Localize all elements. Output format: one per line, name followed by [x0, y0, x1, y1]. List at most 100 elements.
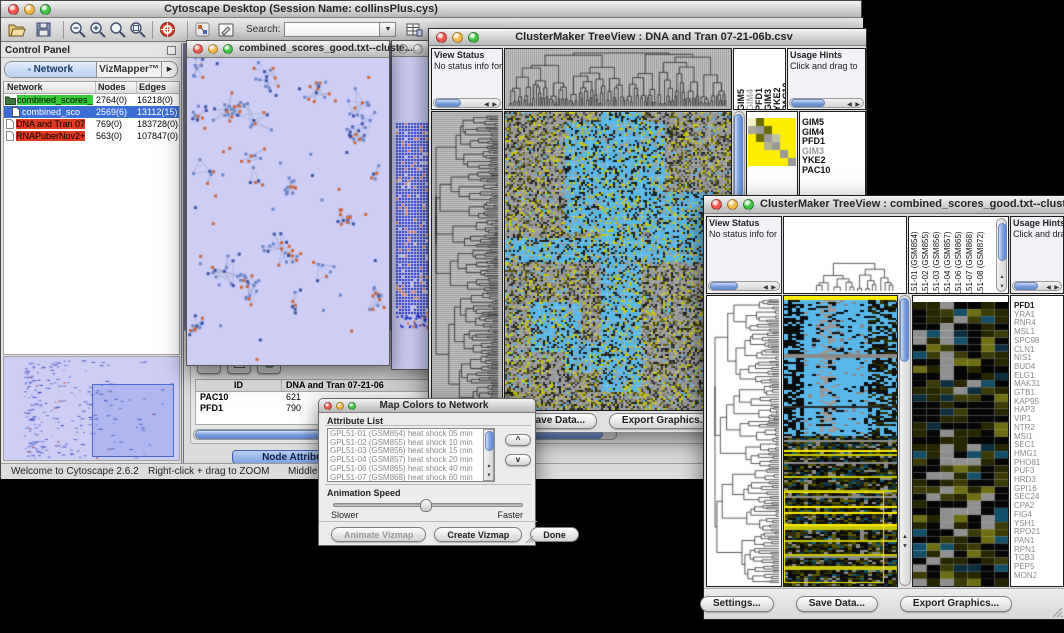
minimize-button[interactable] [24, 4, 35, 15]
network-row-combined-scores[interactable]: combined_scores_ 2764(0) 16218(0) [4, 94, 179, 106]
zoom-button[interactable] [468, 32, 479, 43]
zoom-selected-icon[interactable] [128, 20, 148, 40]
minimize-button[interactable] [336, 402, 344, 410]
export-graphics-button[interactable]: Export Graphics... [900, 596, 1012, 612]
column-label[interactable]: GPL51-04 (GSM857) [943, 217, 954, 294]
search-dropdown-arrow[interactable]: ▼ [380, 22, 396, 37]
zoom-button[interactable] [743, 199, 754, 210]
column-label[interactable]: PAC10 [781, 49, 786, 110]
attribute-item[interactable]: GPL51-07 (GSM868) heat shock 60 min [330, 474, 492, 482]
tv2-usage-hscrollbar[interactable]: ◀ ▶ [1012, 281, 1062, 291]
tv1-usage-hscrollbar[interactable]: ◀ ▶ [789, 98, 864, 108]
close-button[interactable] [8, 4, 19, 15]
tv2-vscrollbar[interactable]: ▲ ▼ [899, 295, 911, 586]
tv2-column-labels[interactable]: GPL51-01 (GSM854)GPL51-02 (GSM855)GPL51-… [908, 216, 1009, 294]
tv1-status-hscrollbar[interactable]: ◀ ▶ [433, 98, 501, 108]
usage-hints-label: Usage Hints [1011, 217, 1063, 229]
column-label[interactable]: GPL51-02 (GSM855) [921, 217, 932, 294]
control-panel-title: Control Panel [5, 45, 70, 56]
minimize-button[interactable] [727, 199, 738, 210]
tv2-array-dendrogram[interactable] [783, 216, 907, 294]
tv2-global-heatmap[interactable] [783, 295, 898, 587]
overview-selection-rect[interactable] [92, 384, 174, 457]
zoom-button[interactable] [40, 4, 51, 15]
toolbar-separator [152, 21, 153, 39]
col-edges[interactable]: Edges [137, 82, 179, 93]
column-label[interactable]: GIM3 [763, 49, 772, 110]
column-label[interactable]: GPL51-01 (GSM854) [910, 217, 921, 294]
column-label[interactable]: GIM5 [736, 49, 745, 110]
close-button[interactable] [436, 32, 447, 43]
float-panel-icon[interactable] [167, 46, 176, 55]
save-data-button[interactable]: Save Data... [796, 596, 878, 612]
vizmap-nodes-icon[interactable] [192, 20, 212, 40]
close-button[interactable] [711, 199, 722, 210]
column-label[interactable]: PFD1 [754, 49, 763, 110]
col-network[interactable]: Network [4, 82, 96, 93]
column-label[interactable]: GPL51-07 (GSM868) [965, 217, 976, 294]
slower-label: Slower [331, 510, 359, 520]
move-up-button[interactable]: ^ [505, 434, 531, 446]
zoom-button[interactable] [348, 402, 356, 410]
tv1-column-labels[interactable]: GIM5GIM4PFD1GIM3YKE2PAC10 [733, 48, 786, 110]
column-label[interactable]: GPL51-08 (GSM872) [976, 217, 987, 294]
resize-grip[interactable] [524, 534, 534, 544]
tv1-array-dendrogram[interactable] [504, 48, 732, 110]
annotation-icon[interactable] [216, 20, 236, 40]
help-lifesaver-icon[interactable] [157, 20, 177, 40]
network-row-dna[interactable]: DNA and Tran 07 769(0) 183728(0) [4, 118, 179, 130]
create-vizmap-button[interactable]: Create Vizmap [434, 527, 522, 542]
attribute-list-vscrollbar[interactable]: ▲ ▼ [483, 429, 494, 481]
control-panel: Control Panel ▪ Network VizMapper™ ▶ Net… [1, 43, 182, 463]
col-nodes[interactable]: Nodes [96, 82, 137, 93]
network-row-rna[interactable]: RNAPuberNov2+ 563(0) 107847(0) [4, 130, 179, 142]
birdseye-overview[interactable] [3, 356, 180, 461]
open-file-icon[interactable] [7, 20, 27, 40]
network-canvas[interactable] [187, 58, 389, 365]
animation-speed-slider[interactable] [333, 503, 523, 507]
zoom-in-icon[interactable] [88, 20, 108, 40]
close-button[interactable] [324, 402, 332, 410]
tv1-global-heatmap[interactable] [504, 111, 732, 411]
done-button[interactable]: Done [530, 527, 579, 542]
tv2-zoom-heatmap[interactable] [912, 295, 1009, 587]
column-label[interactable]: YKE2 [772, 49, 781, 110]
tv2-gene-labels[interactable]: PFD1YRA1RNR4MSL1SPC98CLN1NIS1BUD4ELG1MAK… [1010, 295, 1064, 587]
network-table: Network Nodes Edges combined_scores_ 276… [3, 81, 180, 355]
search-input[interactable] [284, 22, 380, 37]
tab-network[interactable]: ▪ Network [5, 62, 97, 77]
close-button[interactable] [193, 44, 203, 54]
tab-vizmapper[interactable]: VizMapper™ [97, 62, 162, 77]
settings-button[interactable]: Settings... [700, 596, 774, 612]
column-label[interactable]: GPL51-03 (GSM856) [932, 217, 943, 294]
import-table-icon[interactable] [404, 20, 424, 40]
attribute-listbox[interactable]: GPL51-01 (GSM854) heat shock 05 minGPL51… [327, 428, 495, 482]
zoom-button[interactable] [223, 44, 233, 54]
minimize-button[interactable] [413, 44, 423, 54]
tab-overflow-arrow[interactable]: ▶ [162, 62, 177, 77]
desktop: Cytoscape Desktop (Session Name: collins… [0, 0, 1064, 633]
move-down-button[interactable]: v [505, 454, 531, 466]
zoom-fit-icon[interactable] [108, 20, 128, 40]
tv2-status-hscrollbar[interactable]: ◀ ▶ [708, 281, 780, 291]
network-row-selected[interactable]: combined_sco 2569(6) 13112(15) [4, 106, 179, 118]
status-hint-pan: Middle- [288, 466, 321, 477]
gene-label[interactable]: MON2 [1014, 572, 1063, 581]
tv2-collabel-vscrollbar[interactable]: ▲ ▼ [996, 218, 1007, 292]
animate-vizmap-button[interactable]: Animate Vizmap [331, 527, 426, 542]
minimize-button[interactable] [452, 32, 463, 43]
treeview2-title: ClusterMaker TreeView : combined_scores_… [760, 198, 1060, 210]
tv2-gene-dendrogram[interactable] [706, 295, 782, 587]
document-icon [6, 131, 14, 141]
tv1-gene-dendrogram[interactable] [431, 111, 503, 411]
slider-thumb[interactable] [420, 499, 432, 512]
resize-grip[interactable] [1051, 606, 1063, 618]
column-label[interactable]: GPL51-06 (GSM865) [954, 217, 965, 294]
zoom-out-icon[interactable] [68, 20, 88, 40]
minimize-button[interactable] [208, 44, 218, 54]
save-session-icon[interactable] [33, 20, 53, 40]
gene-label[interactable]: PAC10 [802, 166, 865, 176]
column-label[interactable]: GIM4 [745, 49, 754, 110]
col-id[interactable]: ID [196, 380, 282, 391]
main-titlebar[interactable]: Cytoscape Desktop (Session Name: collins… [1, 1, 861, 18]
